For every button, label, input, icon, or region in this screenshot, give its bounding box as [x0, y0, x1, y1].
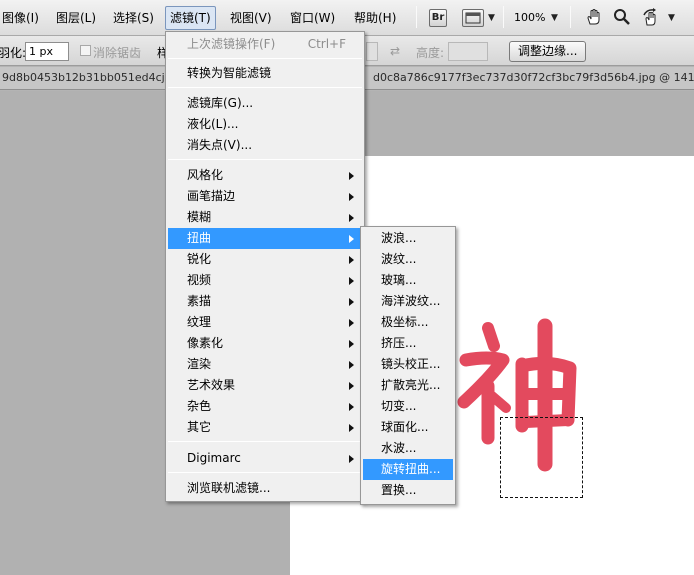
submenu-item-glass[interactable]: 玻璃... [363, 270, 453, 291]
submenu-arrow-icon [349, 256, 354, 264]
submenu-arrow-icon [349, 361, 354, 369]
submenu-item-diffuse-glow[interactable]: 扩散亮光... [363, 375, 453, 396]
submenu-item-polar-coordinates[interactable]: 极坐标... [363, 312, 453, 333]
menu-item-vanishing-point[interactable]: 消失点(V)... [168, 135, 362, 156]
menu-item-blur[interactable]: 模糊 [168, 207, 362, 228]
refine-edge-button[interactable]: 调整边缘... [509, 41, 587, 62]
menu-item-last-filter[interactable]: 上次滤镜操作(F) Ctrl+F [168, 34, 362, 55]
submenu-item-spherize[interactable]: 球面化... [363, 417, 453, 438]
bridge-icon[interactable]: Br [429, 9, 447, 27]
submenu-arrow-icon [349, 172, 354, 180]
submenu-item-lens-correction[interactable]: 镜头校正... [363, 354, 453, 375]
menu-item-liquify[interactable]: 液化(L)... [168, 114, 362, 135]
menu-item-pixelate[interactable]: 像素化 [168, 333, 362, 354]
submenu-item-pinch[interactable]: 挤压... [363, 333, 453, 354]
menu-item-render[interactable]: 渲染 [168, 354, 362, 375]
menu-item-browse-online[interactable]: 浏览联机滤镜... [168, 478, 362, 499]
menubar-divider [416, 6, 417, 28]
menu-window[interactable]: 窗口(W) [290, 8, 335, 28]
submenu-arrow-icon [349, 277, 354, 285]
menu-item-convert-smart-filter[interactable]: 转换为智能滤镜 [168, 63, 362, 84]
menu-item-other[interactable]: 其它 [168, 417, 362, 438]
submenu-arrow-icon [349, 235, 354, 243]
menu-image[interactable]: 图像(I) [2, 8, 39, 28]
document-tab-left[interactable]: 9d8b0453b12b31bb051ed4cjpg [2, 71, 179, 84]
feather-input[interactable]: 1 px [25, 42, 69, 61]
menu-separator [168, 472, 362, 473]
menu-view[interactable]: 视图(V) [230, 8, 272, 28]
menu-separator [168, 87, 362, 88]
submenu-item-twirl[interactable]: 旋转扭曲... [363, 459, 453, 480]
zoom-dropdown-icon[interactable]: ▼ [551, 13, 558, 23]
submenu-arrow-icon [349, 382, 354, 390]
menu-item-distort[interactable]: 扭曲 [168, 228, 362, 249]
zoom-icon[interactable] [613, 8, 631, 29]
submenu-item-shear[interactable]: 切变... [363, 396, 453, 417]
document-tab-active[interactable]: d0c8a786c9177f3ec737d30f72cf3bc79f3d56b4… [373, 71, 694, 84]
submenu-arrow-icon [349, 298, 354, 306]
menu-item-sketch[interactable]: 素描 [168, 291, 362, 312]
menu-item-video[interactable]: 视频 [168, 270, 362, 291]
menubar-divider [570, 6, 571, 28]
menu-select[interactable]: 选择(S) [113, 8, 154, 28]
distort-submenu: 波浪... 波纹... 玻璃... 海洋波纹... 极坐标... 挤压... 镜… [360, 226, 456, 505]
selection-marquee[interactable] [500, 417, 583, 498]
rotate-view-icon[interactable] [641, 7, 661, 30]
submenu-arrow-icon [349, 319, 354, 327]
height-input[interactable] [448, 42, 488, 61]
screen-mode-icon[interactable] [462, 9, 484, 27]
menu-item-stylize[interactable]: 风格化 [168, 165, 362, 186]
menu-item-sharpen[interactable]: 锐化 [168, 249, 362, 270]
submenu-item-ripple[interactable]: 波纹... [363, 249, 453, 270]
menu-item-brush-strokes[interactable]: 画笔描边 [168, 186, 362, 207]
width-input[interactable] [366, 42, 378, 61]
menu-item-noise[interactable]: 杂色 [168, 396, 362, 417]
submenu-item-zigzag[interactable]: 水波... [363, 438, 453, 459]
menu-separator [168, 58, 362, 59]
screen-mode-dropdown-icon[interactable]: ▼ [488, 13, 495, 23]
submenu-arrow-icon [349, 403, 354, 411]
menu-layer[interactable]: 图层(L) [56, 8, 96, 28]
zoom-level[interactable]: 100% [514, 8, 545, 28]
hand-icon[interactable] [585, 8, 603, 29]
feather-label: 羽化: [0, 46, 27, 60]
submenu-item-ocean-ripple[interactable]: 海洋波纹... [363, 291, 453, 312]
antialias-checkbox[interactable] [80, 45, 91, 56]
menu-help[interactable]: 帮助(H) [354, 8, 396, 28]
submenu-arrow-icon [349, 193, 354, 201]
menubar-divider [503, 6, 504, 28]
menu-separator [168, 159, 362, 160]
filter-menu: 上次滤镜操作(F) Ctrl+F 转换为智能滤镜 滤镜库(G)... 液化(L)… [165, 31, 365, 502]
height-label: 高度: [416, 46, 445, 60]
rotate-view-dropdown-icon[interactable]: ▼ [668, 13, 675, 23]
menu-item-digimarc[interactable]: Digimarc [168, 448, 362, 469]
swap-dimensions-icon[interactable]: ⇄ [390, 44, 400, 58]
menu-filter[interactable]: 滤镜(T) [165, 6, 216, 30]
menu-item-texture[interactable]: 纹理 [168, 312, 362, 333]
submenu-item-wave[interactable]: 波浪... [363, 228, 453, 249]
menu-separator [168, 441, 362, 442]
submenu-arrow-icon [349, 340, 354, 348]
submenu-arrow-icon [349, 455, 354, 463]
antialias-label: 消除锯齿 [93, 46, 142, 60]
submenu-item-displace[interactable]: 置换... [363, 480, 453, 501]
submenu-arrow-icon [349, 214, 354, 222]
menu-item-artistic[interactable]: 艺术效果 [168, 375, 362, 396]
submenu-arrow-icon [349, 424, 354, 432]
menu-item-filter-gallery[interactable]: 滤镜库(G)... [168, 93, 362, 114]
shortcut-label: Ctrl+F [307, 37, 346, 51]
